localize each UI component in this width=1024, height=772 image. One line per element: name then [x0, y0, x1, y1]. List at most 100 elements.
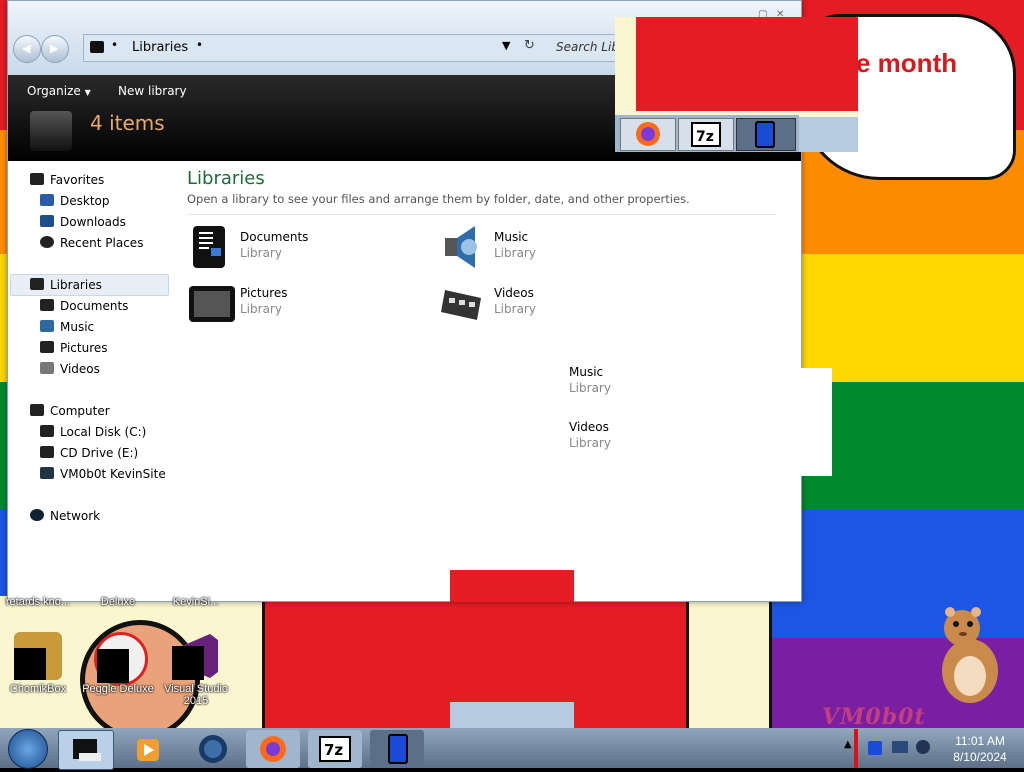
- nav-network[interactable]: Network: [30, 506, 100, 526]
- library-type: Library: [240, 246, 282, 260]
- library-videos[interactable]: Videos Library: [441, 280, 681, 330]
- peggle-icon[interactable]: [94, 632, 148, 686]
- nav-label: Favorites: [50, 173, 105, 187]
- libraries-icon: [90, 41, 104, 53]
- nav-favorites[interactable]: Favorites: [30, 170, 104, 190]
- nav-local-disk[interactable]: Local Disk (C:): [40, 422, 146, 442]
- nav-label: Desktop: [60, 194, 110, 208]
- nav-network-drive[interactable]: VM0b0t KevinSite: [40, 464, 166, 484]
- explorer-icon[interactable]: [58, 730, 114, 770]
- firefox-icon[interactable]: [246, 730, 300, 768]
- search-input[interactable]: Search Libr: [556, 40, 624, 54]
- thumbnail-overlay: 7z: [615, 17, 858, 152]
- volume-tray-icon[interactable]: [916, 740, 930, 754]
- back-arrow-icon: ◀: [22, 42, 31, 55]
- library-music[interactable]: Music Library: [441, 224, 681, 274]
- library-type: Library: [494, 302, 536, 316]
- nav-label: Network: [50, 509, 101, 523]
- 7zip-icon[interactable]: 7z: [678, 118, 734, 151]
- forward-arrow-icon: ▶: [50, 42, 59, 55]
- new-library-button[interactable]: New library: [118, 84, 187, 98]
- phone-icon[interactable]: [736, 118, 796, 151]
- tray-app-icon[interactable]: [868, 741, 882, 755]
- nav-label: Downloads: [60, 215, 126, 229]
- phone-icon[interactable]: [370, 730, 424, 768]
- hamster-image: [930, 606, 1010, 706]
- desktop-icon-label[interactable]: ChomikBox: [2, 683, 74, 695]
- redaction-block: [172, 646, 204, 680]
- content-description: Open a library to see your files and arr…: [187, 192, 690, 206]
- visual-studio-icon[interactable]: [172, 632, 220, 680]
- nav-label: Music: [60, 320, 95, 334]
- videos-library-icon: [441, 280, 485, 326]
- nav-label: Recent Places: [60, 236, 144, 250]
- nav-label: Local Disk (C:): [60, 425, 147, 439]
- library-pictures[interactable]: Pictures Library: [187, 280, 427, 330]
- computer-icon: [30, 404, 44, 416]
- nav-desktop[interactable]: Desktop: [40, 191, 110, 211]
- nav-music[interactable]: Music: [40, 317, 94, 337]
- library-name: Documents: [240, 230, 309, 244]
- ghost-type: Library: [569, 436, 611, 450]
- nav-label: Computer: [50, 404, 110, 418]
- firefox-icon[interactable]: [620, 118, 676, 151]
- ghost-type: Library: [569, 381, 611, 395]
- breadcrumb-dropdown-icon[interactable]: •: [196, 38, 203, 52]
- network-icon: [30, 509, 44, 521]
- library-name: Pictures: [240, 286, 288, 300]
- refresh-icon[interactable]: ↻: [524, 38, 535, 53]
- start-orb-icon[interactable]: [8, 729, 48, 769]
- desktop-icon: [40, 194, 54, 206]
- address-bar[interactable]: • Libraries • ▼ ↻ Search Libr: [83, 34, 625, 62]
- desktop-partial-label[interactable]: KevinSi...: [160, 596, 232, 608]
- nav-recent-places[interactable]: Recent Places: [40, 233, 143, 253]
- ghost-panel: Music Library Videos Library: [560, 365, 832, 476]
- nav-pictures[interactable]: Pictures: [40, 338, 108, 358]
- svg-text:7z: 7z: [324, 741, 343, 759]
- nav-videos[interactable]: Videos: [40, 359, 100, 379]
- thumbnail-strip: 7z: [615, 115, 799, 152]
- organize-button[interactable]: Organize ▼: [27, 84, 91, 98]
- redaction-block-bottom: [450, 702, 574, 730]
- nav-downloads[interactable]: Downloads: [40, 212, 126, 232]
- tray-expand-icon[interactable]: ▲: [844, 739, 852, 750]
- clock-date[interactable]: 8/10/2024: [940, 750, 1020, 764]
- 7zip-icon[interactable]: 7z: [308, 730, 362, 768]
- chomikbox-icon[interactable]: [14, 632, 62, 680]
- desktop-partial-label[interactable]: Deluxe: [82, 596, 154, 608]
- desktop-icon-label[interactable]: Peggle Deluxe: [82, 683, 154, 695]
- back-button[interactable]: ◀: [13, 35, 41, 63]
- library-documents[interactable]: Documents Library: [187, 224, 427, 274]
- clock-time[interactable]: 11:01 AM: [940, 734, 1020, 748]
- library-type: Library: [494, 246, 536, 260]
- system-tray: ▲ 11:01 AM 8/10/2024: [840, 729, 1024, 768]
- divider: [187, 214, 777, 215]
- nav-label: VM0b0t KevinSite: [60, 467, 166, 481]
- nav-label: Videos: [60, 362, 100, 376]
- desktop-icon-label[interactable]: Visual Studio 2015: [160, 683, 232, 707]
- breadcrumb-separator-icon[interactable]: •: [111, 38, 118, 52]
- redaction-block: [636, 17, 858, 111]
- breadcrumb[interactable]: Libraries: [132, 40, 188, 55]
- recent-places-icon: [40, 236, 54, 248]
- globe-icon[interactable]: [186, 730, 240, 768]
- content-title: Libraries: [187, 168, 265, 189]
- media-player-icon[interactable]: [120, 730, 174, 768]
- address-dropdown-icon[interactable]: ▼: [502, 39, 510, 52]
- redaction-block: [14, 648, 46, 680]
- forward-button[interactable]: ▶: [41, 35, 69, 63]
- network-drive-icon: [40, 467, 54, 479]
- desktop-partial-label[interactable]: retards kno...: [2, 596, 74, 608]
- svg-text:7z: 7z: [696, 129, 714, 145]
- nav-libraries[interactable]: Libraries: [30, 275, 102, 295]
- pictures-icon: [40, 341, 54, 353]
- tray-divider: [854, 729, 858, 768]
- navigation-pane: Favorites Desktop Downloads Recent Place…: [8, 161, 178, 601]
- organize-label: Organize: [27, 84, 81, 98]
- nav-documents[interactable]: Documents: [40, 296, 128, 316]
- nav-computer[interactable]: Computer: [30, 401, 110, 421]
- downloads-icon: [40, 215, 54, 227]
- pictures-library-icon: [187, 280, 235, 326]
- network-tray-icon[interactable]: [892, 741, 908, 753]
- nav-cd-drive[interactable]: CD Drive (E:): [40, 443, 138, 463]
